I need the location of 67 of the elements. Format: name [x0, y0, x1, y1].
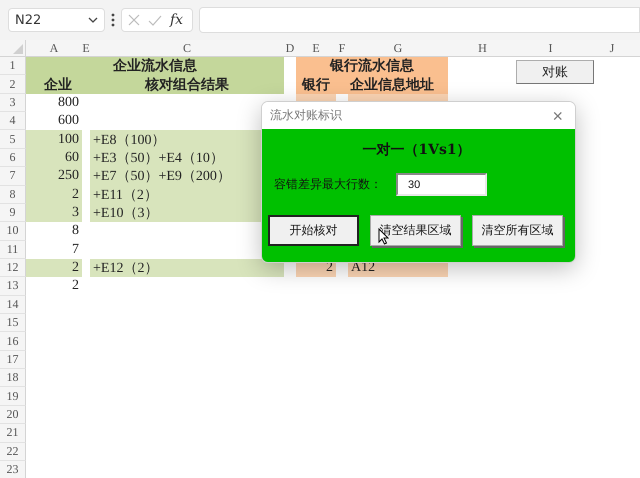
row-number[interactable]: 9	[0, 204, 26, 222]
row-number[interactable]: 15	[0, 314, 26, 332]
table-cell: 60	[26, 148, 82, 168]
row-number[interactable]: 19	[0, 387, 26, 406]
select-all-button[interactable]	[0, 40, 26, 57]
row-number[interactable]: 1	[0, 57, 26, 76]
row-number[interactable]: 16	[0, 332, 26, 351]
column-header[interactable]: G	[348, 40, 448, 57]
chevron-down-icon	[88, 17, 98, 23]
row-number[interactable]: 17	[0, 350, 26, 370]
row-number[interactable]: 4	[0, 112, 26, 130]
more-icon[interactable]	[111, 13, 115, 27]
table-cell-text: 8	[71, 222, 80, 240]
close-button[interactable]: ×	[548, 106, 567, 124]
dialog-title: 流水对账标识	[270, 107, 342, 124]
table-cell: +E12（2）	[90, 258, 284, 278]
table-cell: 企业流水信息	[26, 57, 284, 76]
input-field[interactable]: 30	[396, 173, 487, 196]
table-cell: 核对组合结果	[90, 75, 284, 94]
table-cell-text: 7	[71, 240, 80, 259]
cancel-icon[interactable]	[128, 14, 140, 26]
dialog-button[interactable]: 清空所有区域	[472, 215, 563, 246]
table-cell-text: 800	[57, 94, 80, 112]
table-cell: 250	[26, 167, 82, 186]
table-cell: 银行	[296, 75, 336, 94]
row-number[interactable]: 6	[0, 148, 26, 168]
column-header[interactable]: H	[448, 40, 517, 57]
row-number[interactable]: 14	[0, 296, 26, 314]
column-header[interactable]: J	[584, 40, 640, 57]
reconcile-button[interactable]: 对账	[516, 60, 594, 84]
column-header[interactable]: E	[296, 40, 336, 57]
row-number[interactable]: 18	[0, 369, 26, 388]
column-header[interactable]: F	[336, 40, 348, 57]
table-cell: 企业	[26, 75, 90, 94]
table-cell: 100	[26, 130, 82, 149]
row-number[interactable]: 3	[0, 94, 26, 112]
column-header[interactable]: I	[517, 40, 584, 57]
table-cell: 2	[26, 258, 82, 278]
formula-field[interactable]	[199, 7, 640, 33]
row-number[interactable]: 11	[0, 240, 26, 259]
row-number[interactable]: 13	[0, 277, 26, 296]
table-cell: 2	[26, 186, 82, 204]
column-header[interactable]: A	[26, 40, 82, 57]
row-number[interactable]: 2	[0, 75, 26, 94]
column-header[interactable]: D	[284, 40, 296, 57]
triangle-icon	[13, 44, 23, 54]
dialog-heading: 一对一（1Vs1）	[361, 141, 472, 159]
dialog-button[interactable]: 开始核对	[268, 215, 359, 246]
name-box[interactable]: N22	[8, 8, 105, 32]
table-cell-text: 2	[71, 277, 80, 296]
table-cell: 银行流水信息	[296, 57, 448, 76]
row-number[interactable]: 21	[0, 424, 26, 443]
row-number[interactable]: 20	[0, 406, 26, 424]
check-icon[interactable]	[148, 14, 162, 26]
table-cell-text: 600	[57, 112, 80, 130]
row-number[interactable]: 8	[0, 186, 26, 204]
row-number[interactable]: 12	[0, 258, 26, 278]
table-cell: 企业信息地址	[336, 75, 448, 94]
row-number[interactable]: 23	[0, 460, 26, 478]
row-number[interactable]: 22	[0, 442, 26, 461]
column-header[interactable]: E	[82, 40, 90, 57]
column-header[interactable]: C	[90, 40, 284, 57]
row-number[interactable]: 5	[0, 130, 26, 149]
row-number[interactable]: 7	[0, 167, 26, 186]
insert-function-button[interactable]: fx	[170, 12, 184, 28]
row-number[interactable]: 10	[0, 222, 26, 241]
table-cell: 3	[26, 204, 82, 222]
